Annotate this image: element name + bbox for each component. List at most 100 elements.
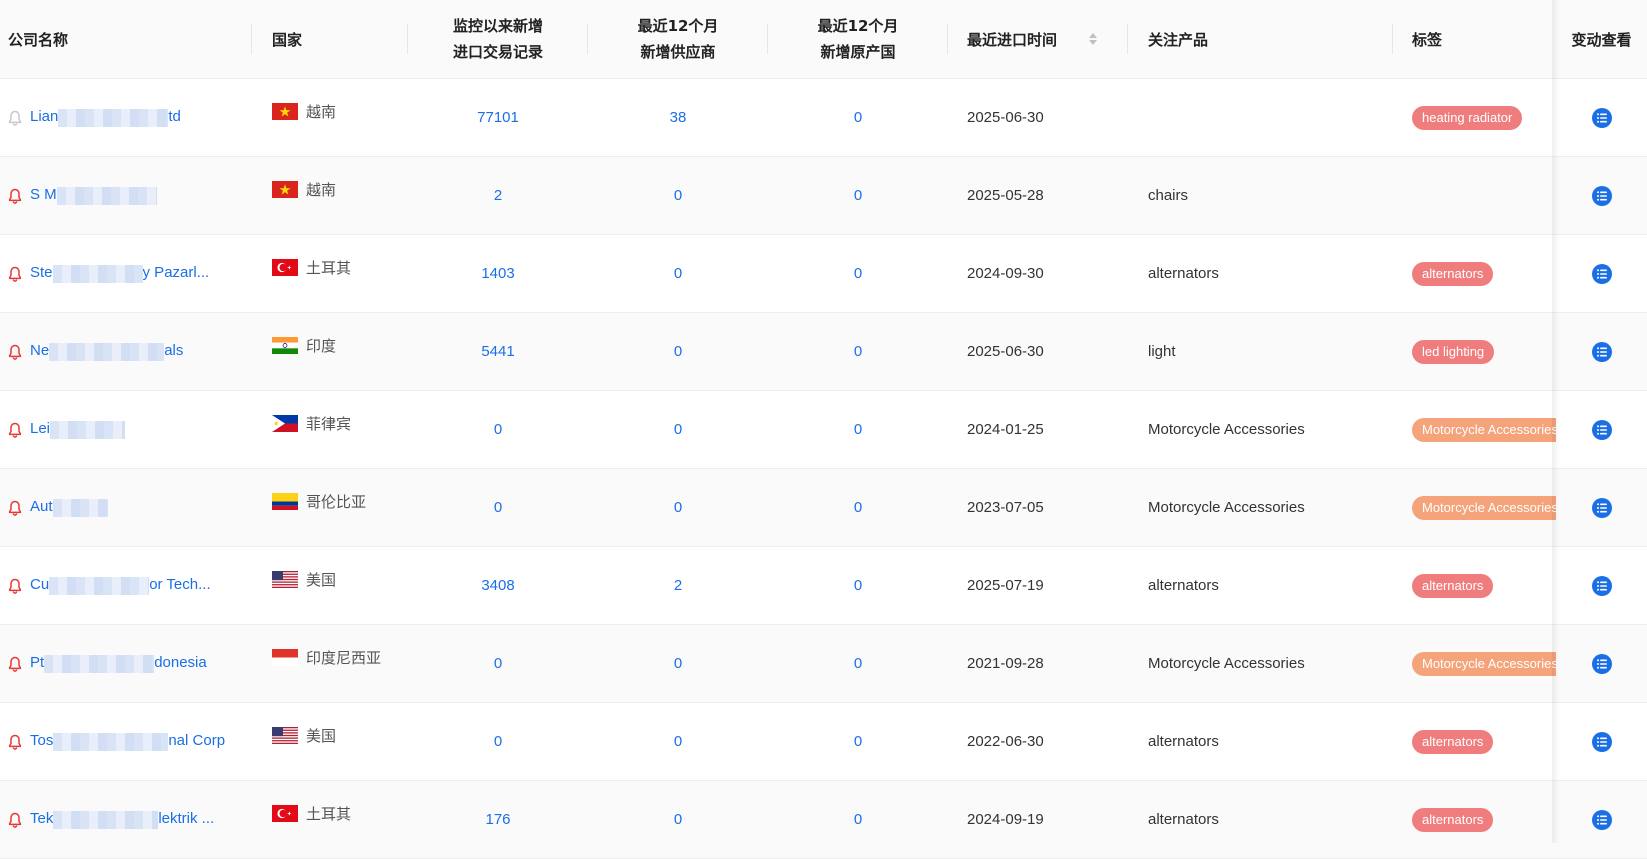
table-header: 公司名称 国家 监控以来新增 进口交易记录 最近12个月 新增供应商 最近12个月新… — [0, 0, 1647, 79]
origins-value[interactable]: 0 — [854, 187, 862, 204]
list-view-icon[interactable] — [1591, 263, 1613, 285]
country-name: 印度 — [306, 337, 337, 355]
records-value[interactable]: 0 — [494, 421, 502, 438]
records-value[interactable]: 3408 — [481, 577, 514, 594]
product-cell: alternators — [1148, 577, 1219, 594]
sort-icon[interactable] — [1089, 33, 1098, 45]
suppliers-value[interactable]: 0 — [674, 811, 682, 828]
changes-cell — [1556, 781, 1647, 858]
suppliers-value[interactable]: 2 — [674, 577, 682, 594]
records-cell: 5441 — [408, 313, 588, 390]
records-value[interactable]: 77101 — [477, 109, 519, 126]
list-view-icon[interactable] — [1591, 575, 1613, 597]
table-row[interactable]: Tos nal Corp 美国 0 0 0 2022-06-30 alternators alt… — [0, 703, 1647, 781]
records-value[interactable]: 0 — [494, 499, 502, 516]
suppliers-value[interactable]: 0 — [674, 499, 682, 516]
company-name-end: nal Corp — [168, 732, 226, 750]
suppliers-cell: 0 — [588, 235, 768, 312]
records-value[interactable]: 1403 — [481, 265, 514, 282]
records-value[interactable]: 5441 — [481, 343, 514, 360]
records-cell: 0 — [408, 703, 588, 780]
col-last-import[interactable]: 最近进口时间 — [967, 0, 1128, 78]
bell-icon[interactable] — [8, 110, 22, 126]
suppliers-value[interactable]: 0 — [674, 343, 682, 360]
list-view-icon[interactable] — [1591, 185, 1613, 207]
suppliers-value[interactable]: 0 — [674, 421, 682, 438]
company-link[interactable]: Pt donesia — [30, 654, 207, 673]
table-row[interactable]: Tek lektrik ... 土耳其 176 0 0 2024-09-19 alternat… — [0, 781, 1647, 859]
table-row[interactable]: Cu or Tech... 美国 3408 2 0 2025-07-19 alternator… — [0, 547, 1647, 625]
list-view-icon[interactable] — [1591, 497, 1613, 519]
bell-active-icon[interactable] — [8, 578, 22, 594]
suppliers-value[interactable]: 38 — [670, 109, 687, 126]
company-link[interactable]: Tos nal Corp — [30, 732, 226, 751]
bell-active-icon[interactable] — [8, 500, 22, 516]
table-row[interactable]: S M 越南 2 0 0 2025-05-28 chairs — [0, 157, 1647, 235]
table-row[interactable]: Ne als 印度 5441 0 0 2025-06-30 light led lighting — [0, 313, 1647, 391]
origins-value[interactable]: 0 — [854, 499, 862, 516]
country-name: 美国 — [306, 571, 337, 589]
origins-value[interactable]: 0 — [854, 421, 862, 438]
list-view-icon[interactable] — [1591, 731, 1613, 753]
bell-active-icon[interactable] — [8, 422, 22, 438]
origins-value[interactable]: 0 — [854, 343, 862, 360]
tag-cell: heating radiator — [1412, 79, 1556, 156]
tag-cell: led lighting — [1412, 313, 1556, 390]
table-row[interactable]: Lian td 越南 77101 38 0 2025-06-30 heating radiat… — [0, 79, 1647, 157]
company-link[interactable]: Lian td — [30, 108, 181, 127]
col-country-label: 国家 — [272, 30, 303, 49]
origins-cell: 0 — [768, 79, 948, 156]
changes-cell — [1556, 547, 1647, 624]
country-cell: 菲律宾 — [272, 385, 412, 462]
col-origins: 最近12个月 新增原产国 — [768, 0, 948, 78]
origins-value[interactable]: 0 — [854, 811, 862, 828]
bell-active-icon[interactable] — [8, 266, 22, 282]
country-name: 美国 — [306, 727, 337, 745]
table-row[interactable]: Aut 哥伦比亚 0 0 0 2023-07-05 Motorcycle Accessori… — [0, 469, 1647, 547]
suppliers-value[interactable]: 0 — [674, 655, 682, 672]
list-view-icon[interactable] — [1591, 107, 1613, 129]
suppliers-value[interactable]: 0 — [674, 187, 682, 204]
company-link[interactable]: S M — [30, 186, 157, 205]
origins-value[interactable]: 0 — [854, 109, 862, 126]
philippines-flag-icon — [272, 415, 298, 432]
list-view-icon[interactable] — [1591, 653, 1613, 675]
bell-active-icon[interactable] — [8, 344, 22, 360]
table-row[interactable]: Lei 菲律宾 0 0 0 2024-01-25 Motorcycle Accessorie… — [0, 391, 1647, 469]
bell-active-icon[interactable] — [8, 812, 22, 828]
last-import-date: 2025-07-19 — [967, 577, 1044, 594]
company-cell: Ne als — [8, 313, 248, 390]
redacted-name-mask — [50, 420, 126, 439]
list-view-icon[interactable] — [1591, 419, 1613, 441]
suppliers-value[interactable]: 0 — [674, 265, 682, 282]
list-view-icon[interactable] — [1591, 809, 1613, 831]
company-name-start: Tos — [30, 732, 54, 750]
origins-value[interactable]: 0 — [854, 265, 862, 282]
company-link[interactable]: Tek lektrik ... — [30, 810, 214, 829]
records-value[interactable]: 0 — [494, 733, 502, 750]
company-link[interactable]: Cu or Tech... — [30, 576, 211, 595]
bell-active-icon[interactable] — [8, 188, 22, 204]
records-value[interactable]: 2 — [494, 187, 502, 204]
origins-value[interactable]: 0 — [854, 733, 862, 750]
records-value[interactable]: 176 — [485, 811, 510, 828]
list-view-icon[interactable] — [1591, 341, 1613, 363]
suppliers-value[interactable]: 0 — [674, 733, 682, 750]
colombia-flag-icon — [272, 493, 298, 510]
company-link[interactable]: Ste y Pazarl... — [30, 264, 209, 283]
company-link[interactable]: Aut — [30, 498, 108, 517]
bell-active-icon[interactable] — [8, 656, 22, 672]
table-row[interactable]: Pt donesia 印度尼西亚 0 0 0 2021-09-28 Motorcycle Ac… — [0, 625, 1647, 703]
bell-active-icon[interactable] — [8, 734, 22, 750]
changes-cell — [1556, 79, 1647, 156]
origins-cell: 0 — [768, 703, 948, 780]
company-link[interactable]: Lei — [30, 420, 126, 439]
origins-value[interactable]: 0 — [854, 655, 862, 672]
origins-value[interactable]: 0 — [854, 577, 862, 594]
company-cell: Ste y Pazarl... — [8, 235, 248, 312]
last-import-date: 2023-07-05 — [967, 499, 1044, 516]
col-tags: 标签 — [1412, 0, 1556, 78]
company-link[interactable]: Ne als — [30, 342, 183, 361]
records-value[interactable]: 0 — [494, 655, 502, 672]
table-row[interactable]: Ste y Pazarl... 土耳其 1403 0 0 2024-09-30 alterna… — [0, 235, 1647, 313]
